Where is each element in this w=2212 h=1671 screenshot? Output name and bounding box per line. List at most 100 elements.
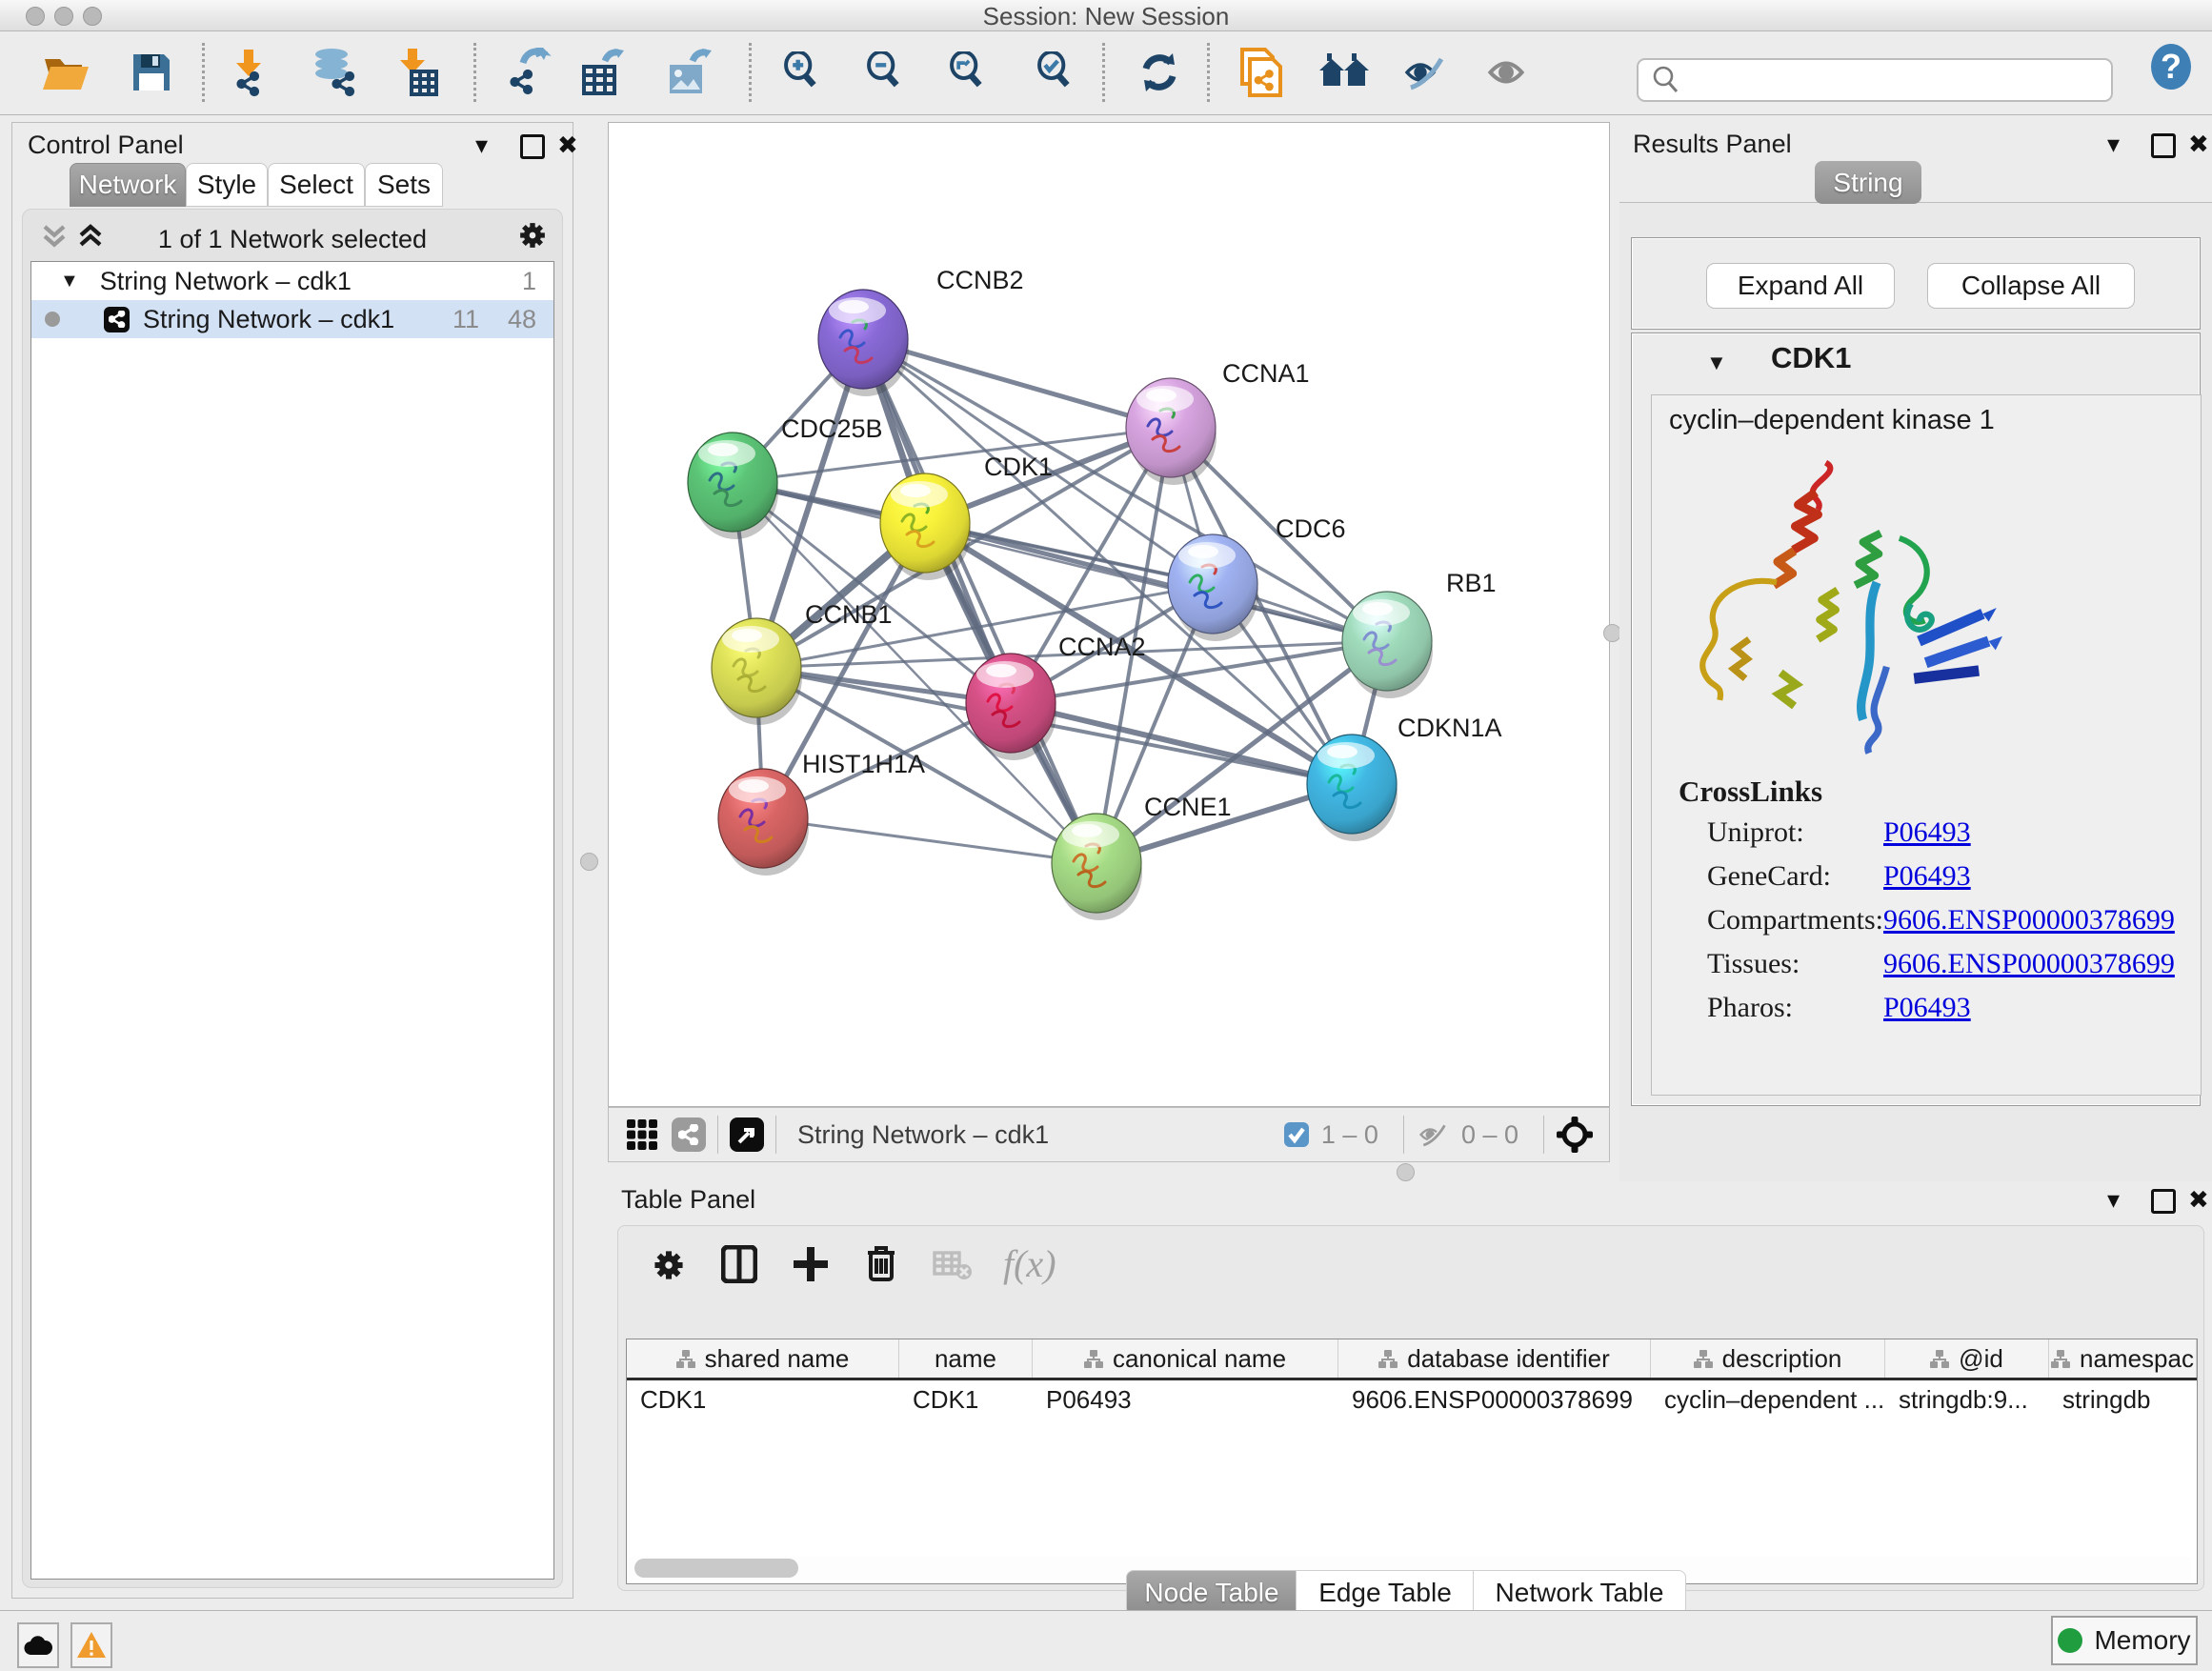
expand-all-button[interactable]: Expand All (1706, 263, 1895, 309)
import-table-from-file-button[interactable] (389, 45, 444, 100)
crosslink-value[interactable]: P06493 (1883, 816, 1971, 849)
horizontal-splitter-handle[interactable] (1397, 1163, 1415, 1181)
panel-float-icon[interactable] (2151, 133, 2176, 158)
panel-menu-icon[interactable]: ▾ (2107, 1187, 2120, 1212)
network-node-ccnb1[interactable] (712, 618, 802, 725)
column-header--id[interactable]: @id (1885, 1339, 2049, 1378)
show-graphics-details-button[interactable] (1478, 45, 1534, 100)
tab-style[interactable]: Style (186, 163, 268, 207)
search-box[interactable] (1637, 58, 2113, 102)
new-network-from-selection-button[interactable] (1233, 45, 1288, 100)
table-cell[interactable]: 9606.ENSP00000378699 (1338, 1380, 1651, 1419)
crosslink-value[interactable]: 9606.ENSP00000378699 (1883, 904, 2175, 936)
birdseye-toggle-icon[interactable] (1556, 1116, 1594, 1154)
crosslink-value[interactable]: P06493 (1883, 992, 1971, 1024)
search-input[interactable] (1688, 66, 2111, 94)
network-graph[interactable]: CCNB2CCNA1CDC25BCDK1CDC6RB1CCNB1CCNA2CDK… (609, 123, 1609, 1106)
export-network-button[interactable] (501, 45, 556, 100)
tab-string[interactable]: String (1815, 161, 1921, 204)
warnings-button[interactable] (70, 1622, 112, 1668)
open-session-button[interactable] (38, 45, 93, 100)
network-node-cdk1[interactable] (880, 473, 971, 580)
panel-menu-icon[interactable]: ▾ (2107, 131, 2120, 156)
tab-sets[interactable]: Sets (365, 163, 443, 207)
export-image-button[interactable] (661, 45, 716, 100)
network-canvas[interactable]: CCNB2CCNA1CDC25BCDK1CDC6RB1CCNB1CCNA2CDK… (608, 122, 1610, 1107)
show-columns-icon[interactable] (721, 1245, 757, 1283)
panel-close-icon[interactable]: ✖ (2188, 1187, 2209, 1212)
tab-network-table[interactable]: Network Table (1473, 1570, 1686, 1616)
column-header-namespac[interactable]: namespac (2049, 1339, 2197, 1378)
network-node-ccna2[interactable] (966, 654, 1056, 760)
import-network-from-database-button[interactable] (307, 45, 362, 100)
network-edge[interactable] (1011, 703, 1352, 784)
network-thumbnail-icon[interactable] (672, 1117, 706, 1152)
network-node-ccne1[interactable] (1052, 814, 1142, 920)
network-node-cdc25b[interactable] (688, 433, 778, 539)
table-cell[interactable]: CDK1 (627, 1380, 899, 1419)
cloud-status-button[interactable] (17, 1622, 59, 1668)
column-header-name[interactable]: name (899, 1339, 1033, 1378)
zoom-selected-button[interactable] (1027, 45, 1082, 100)
table-row[interactable]: CDK1CDK1P064939606.ENSP00000378699cyclin… (627, 1380, 2197, 1419)
table-cell[interactable]: P06493 (1033, 1380, 1338, 1419)
crosslink-value[interactable]: 9606.ENSP00000378699 (1883, 948, 2175, 980)
network-collection-row[interactable]: ▼ String Network – cdk1 1 (31, 262, 553, 300)
collapse-triangle-icon[interactable]: ▼ (60, 271, 79, 292)
export-table-button[interactable] (575, 45, 631, 100)
vertical-splitter-handle[interactable] (580, 853, 598, 871)
tab-node-table[interactable]: Node Table (1126, 1570, 1297, 1616)
panel-close-icon[interactable]: ✖ (557, 132, 578, 157)
memory-button[interactable]: Memory (2051, 1616, 2198, 1665)
network-edge[interactable] (763, 818, 1096, 863)
tab-network[interactable]: Network (70, 163, 186, 207)
collapse-all-button[interactable]: Collapse All (1927, 263, 2135, 309)
zoom-fit-button[interactable] (939, 45, 995, 100)
table-cell[interactable]: cyclin–dependent ... (1651, 1380, 1885, 1419)
gear-icon[interactable] (518, 221, 547, 250)
panel-float-icon[interactable] (2151, 1189, 2176, 1214)
delete-column-icon[interactable] (864, 1243, 898, 1283)
create-column-icon[interactable] (792, 1245, 830, 1283)
network-node-cdkn1a[interactable] (1307, 735, 1398, 841)
selected-checkbox-icon[interactable] (1283, 1121, 1310, 1148)
table-mode-gear-icon[interactable] (653, 1249, 685, 1281)
network-node-ccna1[interactable] (1126, 378, 1217, 485)
scrollbar-thumb[interactable] (634, 1559, 798, 1578)
table-cell[interactable]: CDK1 (899, 1380, 1033, 1419)
network-node-hist1h1a[interactable] (718, 769, 809, 876)
detach-view-button[interactable] (730, 1117, 764, 1152)
collapse-triangle-icon[interactable]: ▼ (1706, 351, 1727, 375)
column-header-description[interactable]: description (1651, 1339, 1885, 1378)
table-cell[interactable]: stringdb:9... (1885, 1380, 2049, 1419)
zoom-in-button[interactable] (774, 45, 829, 100)
column-header-canonical-name[interactable]: canonical name (1033, 1339, 1338, 1378)
network-row-selected[interactable]: String Network – cdk1 11 48 (31, 300, 553, 338)
panel-close-icon[interactable]: ✖ (2188, 131, 2209, 156)
duplicate-network-icon (1237, 46, 1284, 99)
panel-float-icon[interactable] (520, 134, 545, 159)
column-header-shared-name[interactable]: shared name (627, 1339, 899, 1378)
network-node-ccnb2[interactable] (818, 290, 909, 396)
node-table[interactable]: shared namenamecanonical namedatabase id… (626, 1339, 2198, 1584)
panel-menu-icon[interactable]: ▾ (475, 132, 488, 157)
hide-selected-button[interactable] (1397, 45, 1452, 100)
app-window: Session: New Session (0, 0, 2212, 1671)
tab-select[interactable]: Select (268, 163, 365, 207)
network-node-rb1[interactable] (1342, 592, 1433, 698)
crosslink-value[interactable]: P06493 (1883, 860, 1971, 893)
column-header-database-identifier[interactable]: database identifier (1338, 1339, 1651, 1378)
import-network-from-file-button[interactable] (221, 45, 276, 100)
table-cell[interactable]: stringdb (2049, 1380, 2197, 1419)
network-edge[interactable] (863, 339, 1096, 863)
save-session-button[interactable] (124, 45, 179, 100)
first-neighbors-button[interactable] (1317, 45, 1372, 100)
network-node-cdc6[interactable] (1168, 534, 1258, 641)
zoom-out-button[interactable] (856, 45, 912, 100)
tab-edge-table[interactable]: Edge Table (1296, 1570, 1475, 1616)
node-description: cyclin–dependent kinase 1 (1669, 405, 1995, 436)
grid-view-icon[interactable] (626, 1118, 658, 1151)
help-button[interactable]: ? (2143, 39, 2199, 94)
network-edge[interactable] (863, 339, 1171, 428)
apply-layout-button[interactable] (1132, 45, 1187, 100)
